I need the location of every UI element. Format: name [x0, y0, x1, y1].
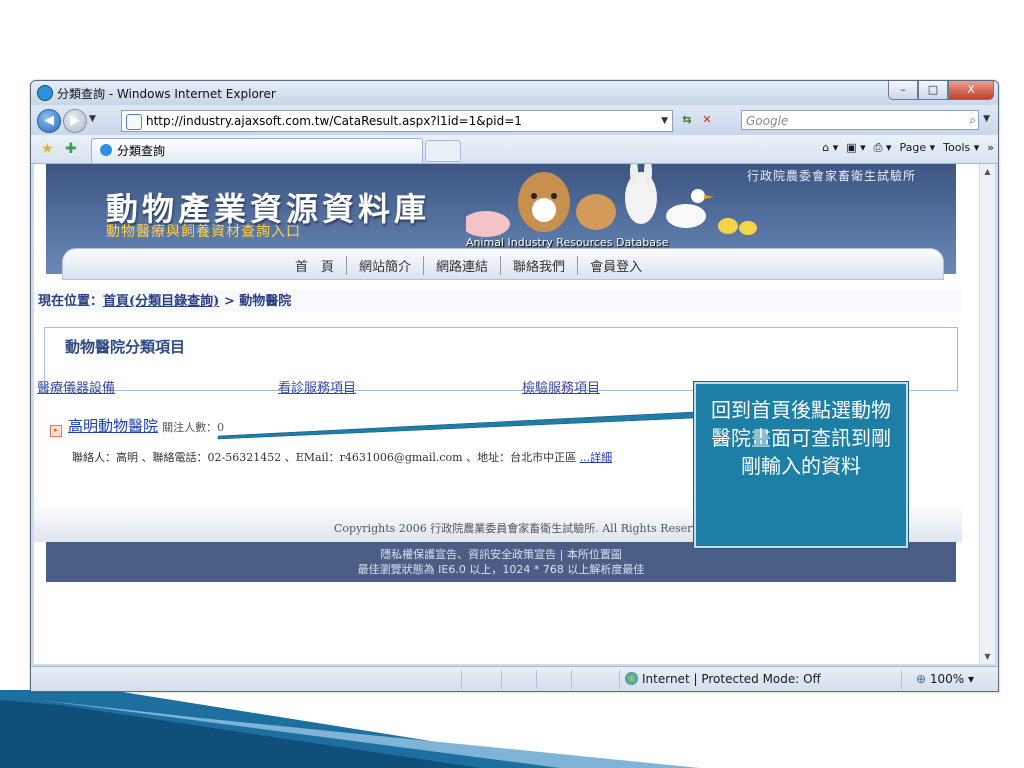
annotation-callout: 回到首頁後點選動物醫院畫面可查訊到剛剛輸入的資料	[694, 382, 908, 548]
